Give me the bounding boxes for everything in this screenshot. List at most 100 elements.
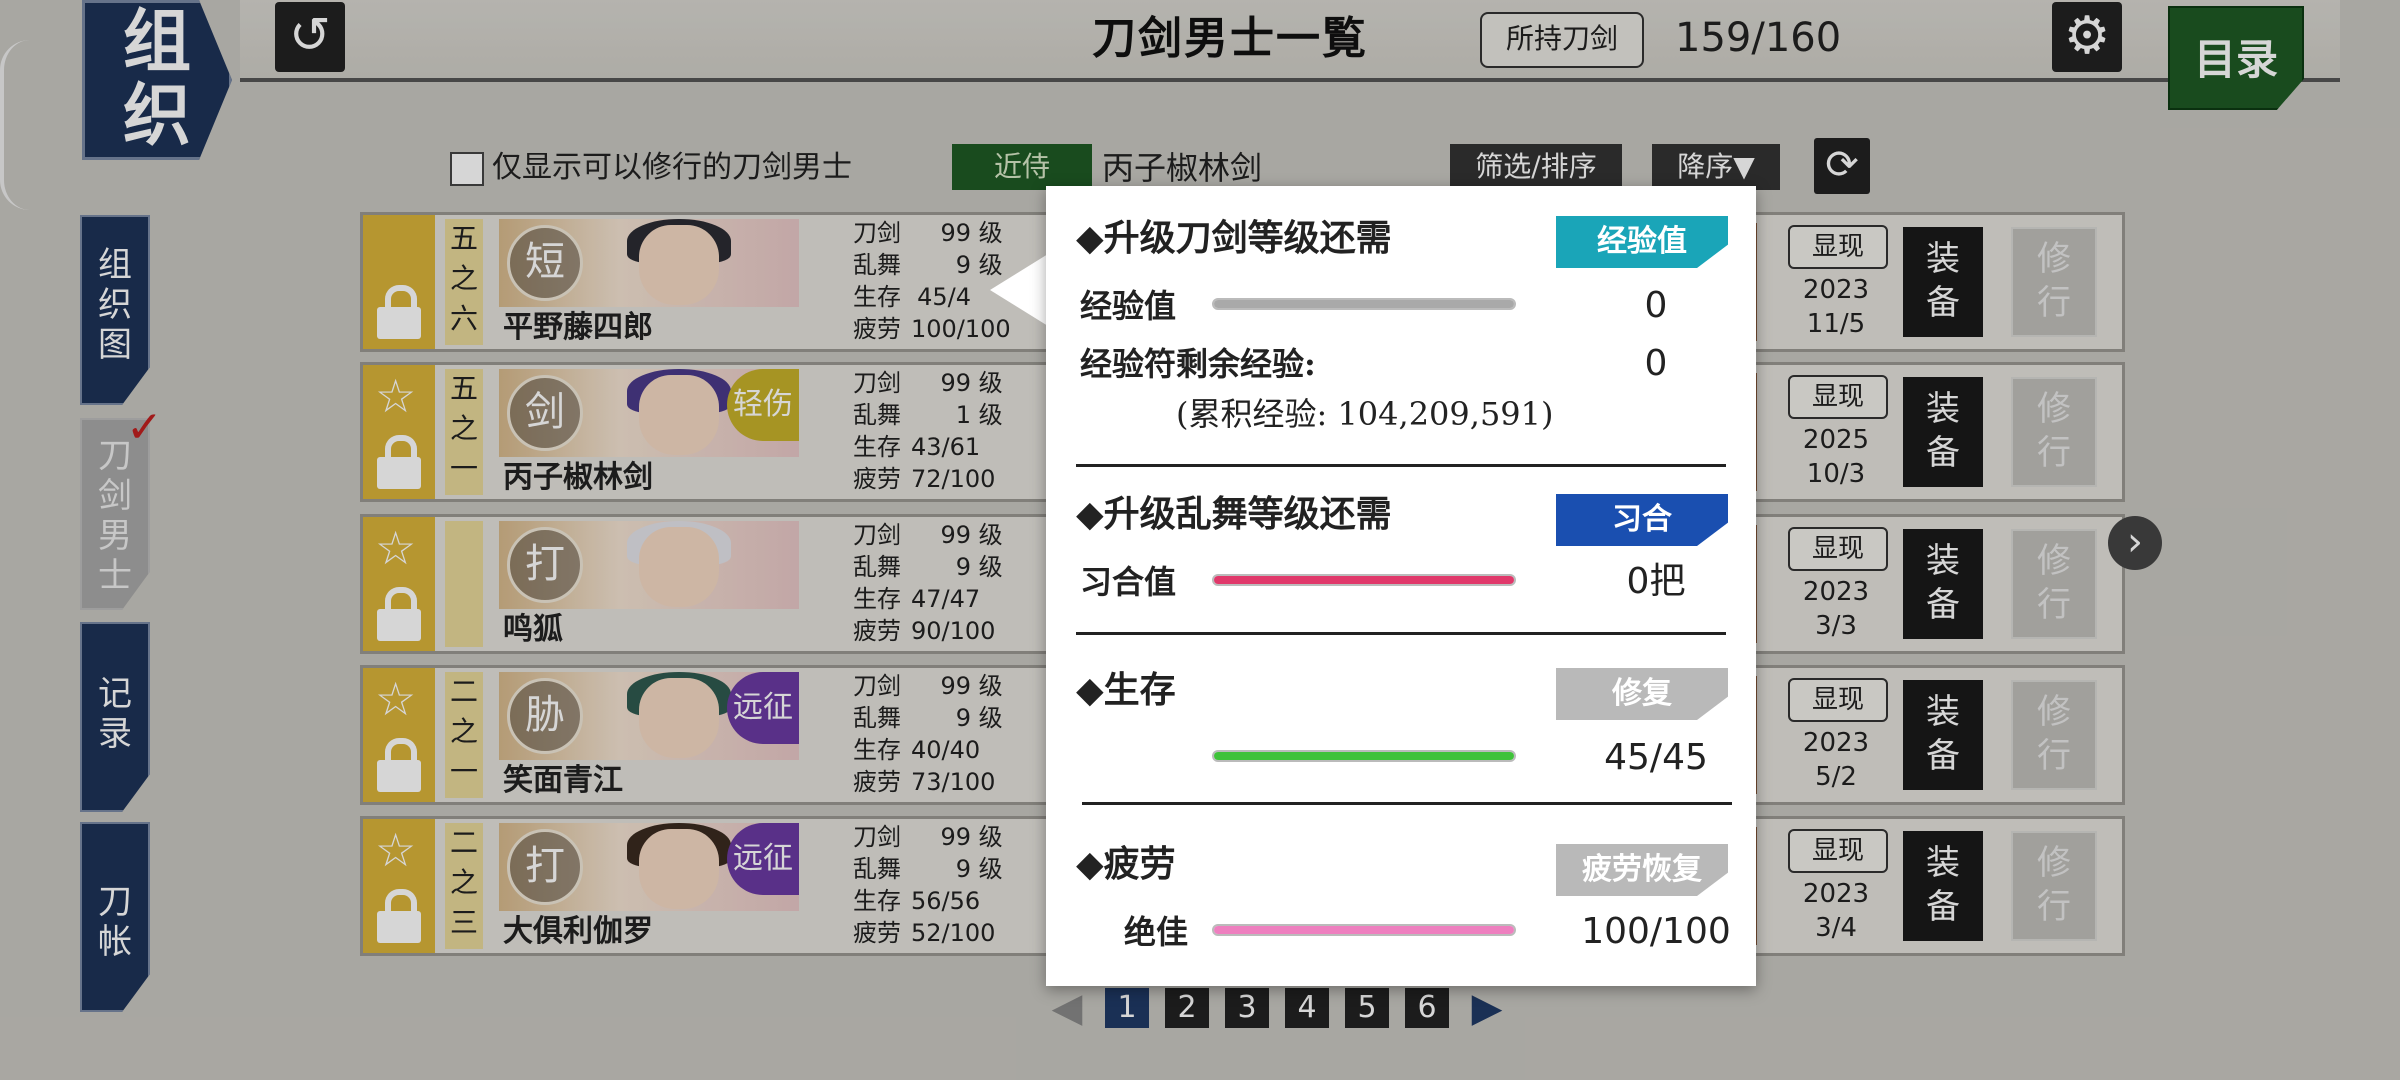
train-char: 修 <box>2037 389 2071 429</box>
star-icon[interactable]: ☆ <box>375 525 416 571</box>
lock-icon[interactable] <box>377 587 421 641</box>
sword-name: 鸣狐 <box>503 612 563 647</box>
train-button[interactable]: 修行 <box>2011 227 2097 337</box>
lock-icon[interactable] <box>377 435 421 489</box>
rank-char: 六 <box>449 302 478 335</box>
first-page-arrow-icon[interactable]: ◀ <box>1045 988 1089 1032</box>
sidebar-item-organization-chart[interactable]: 组 织 图 <box>80 215 150 405</box>
portrait[interactable]: 短 <box>499 219 799 307</box>
train-char: 行 <box>2037 585 2071 625</box>
level-unit: 级 <box>978 855 1003 883</box>
sidebar-char: 男 <box>98 516 132 556</box>
equip-button[interactable]: 装备 <box>1903 680 1983 790</box>
train-button[interactable]: 修行 <box>2011 831 2097 941</box>
rank-label: 二之三 <box>445 823 483 949</box>
level-unit: 级 <box>978 704 1003 732</box>
next-page-arrow[interactable]: › <box>2108 516 2162 570</box>
merge-value: 0把 <box>1626 561 1686 602</box>
stats-block: 刀剑 99 级乱舞 9 级生存 47/47 疲劳 90/100 <box>853 519 1023 649</box>
sword-name: 丙子椒林剑 <box>503 460 653 495</box>
sidebar-char: 剑 <box>98 476 132 516</box>
page-button[interactable]: 4 <box>1285 988 1329 1028</box>
level-unit: 级 <box>978 369 1003 397</box>
rank-char: 二 <box>449 675 478 708</box>
lock-icon[interactable] <box>377 285 421 339</box>
level-unit: 级 <box>978 823 1003 851</box>
sword-type-badge: 打 <box>507 829 583 905</box>
equip-button[interactable]: 装备 <box>1903 529 1983 639</box>
equip-button[interactable]: 装备 <box>1903 227 1983 337</box>
sidebar-char: 记 <box>98 674 132 714</box>
refresh-button[interactable]: ⟳ <box>1814 138 1870 194</box>
repair-button[interactable]: 修复 <box>1556 668 1728 720</box>
filter-sort-button[interactable]: 筛选/排序 <box>1450 144 1622 190</box>
obtained-date: 2023 3/3 <box>1781 575 1891 645</box>
fatigue-value: 72/100 <box>911 465 996 493</box>
page-button[interactable]: 5 <box>1345 988 1389 1028</box>
sidebar-item-sword-ledger[interactable]: 刀 帐 <box>80 822 150 1012</box>
stat-label: 乱舞 <box>853 553 901 581</box>
page-button[interactable]: 6 <box>1405 988 1449 1028</box>
stat-label: 生存 <box>853 585 901 613</box>
sidebar-char: 刀 <box>98 882 132 922</box>
train-button[interactable]: 修行 <box>2011 529 2097 639</box>
equip-button[interactable]: 装备 <box>1903 831 1983 941</box>
sidebar-item-records[interactable]: 记 录 <box>80 622 150 812</box>
level-unit: 级 <box>978 553 1003 581</box>
trainable-filter-checkbox[interactable] <box>450 152 484 186</box>
last-page-arrow-icon[interactable]: ▶ <box>1465 988 1509 1032</box>
divider <box>1076 464 1726 467</box>
sword-type-badge: 打 <box>507 527 583 603</box>
menu-button[interactable]: 目录 <box>2168 6 2304 110</box>
back-arrow-icon: ↺ <box>289 6 331 64</box>
portrait[interactable]: 剑 轻伤 <box>499 369 799 457</box>
display-tag: 显现 <box>1788 678 1888 722</box>
merge-button[interactable]: 习合 <box>1556 494 1728 546</box>
star-icon[interactable]: ☆ <box>375 676 416 722</box>
equip-button[interactable]: 装备 <box>1903 377 1983 487</box>
portrait[interactable]: 打 远征 <box>499 823 799 911</box>
rank-char: 之 <box>449 866 478 899</box>
stat-label: 乱舞 <box>853 401 901 429</box>
back-button[interactable]: ↺ <box>275 2 345 72</box>
page-button[interactable]: 2 <box>1165 988 1209 1028</box>
train-button[interactable]: 修行 <box>2011 377 2097 487</box>
equip-char: 备 <box>1926 283 1960 323</box>
settings-button[interactable]: ⚙ <box>2052 2 2122 72</box>
equip-char: 备 <box>1926 736 1960 776</box>
fatigue-recover-button[interactable]: 疲劳恢复 <box>1556 844 1728 896</box>
obtained-date: 2023 11/5 <box>1781 273 1891 343</box>
sword-type-badge: 剑 <box>507 375 583 451</box>
level-unit: 级 <box>978 672 1003 700</box>
survival-value: 56/56 <box>911 887 981 915</box>
page-button[interactable]: 3 <box>1225 988 1269 1028</box>
page-button[interactable]: 1 <box>1105 988 1149 1028</box>
stat-label: 生存 <box>853 736 901 764</box>
rank-char: 之 <box>449 262 478 295</box>
date-day: 10/3 <box>1806 459 1866 489</box>
sort-order-button[interactable]: 降序▼ <box>1652 144 1780 190</box>
organize-tab[interactable]: 组 织 <box>82 0 232 160</box>
equip-char: 装 <box>1926 692 1960 732</box>
pagination: ◀ 1 2 3 4 5 6 ▶ <box>1045 988 1515 1032</box>
sword-level: 99 <box>940 521 971 549</box>
portrait[interactable]: 打 <box>499 521 799 609</box>
display-tag: 显现 <box>1788 375 1888 419</box>
exp-button[interactable]: 经验值 <box>1556 216 1728 268</box>
sidebar-char: 组 <box>98 245 132 285</box>
date-year: 2023 <box>1802 879 1870 909</box>
equip-char: 装 <box>1926 541 1960 581</box>
portrait[interactable]: 胁 远征 <box>499 672 799 760</box>
lock-icon[interactable] <box>377 889 421 943</box>
exp-total: (累积经验: 104,209,591) <box>1176 395 1554 433</box>
equip-char: 备 <box>1926 887 1960 927</box>
portrait-face <box>639 678 719 758</box>
merge-label: 习合值 <box>1080 563 1177 601</box>
train-char: 修 <box>2037 692 2071 732</box>
display-tag: 显现 <box>1788 527 1888 571</box>
train-button[interactable]: 修行 <box>2011 680 2097 790</box>
star-icon[interactable]: ☆ <box>375 373 416 419</box>
star-icon[interactable]: ☆ <box>375 827 416 873</box>
lock-icon[interactable] <box>377 738 421 792</box>
level-unit: 级 <box>978 219 1003 247</box>
